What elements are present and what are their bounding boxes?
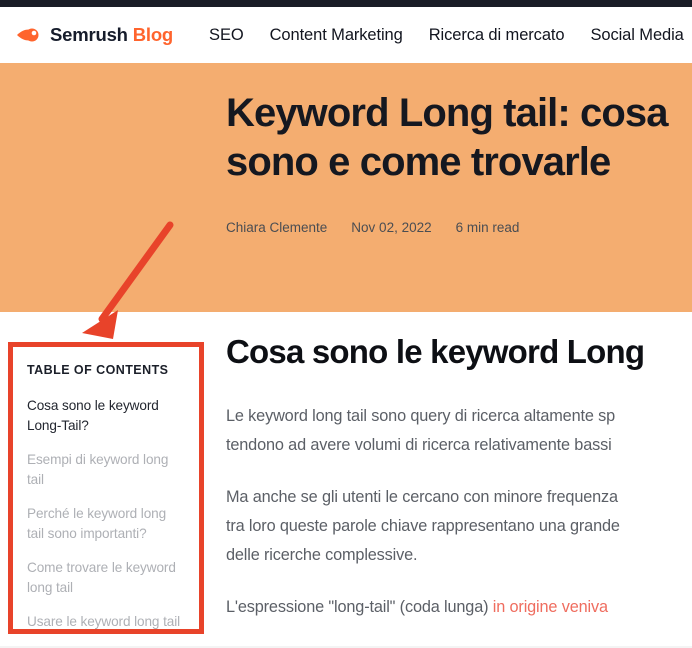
page-title-line-1: Keyword Long tail: cosa — [226, 91, 668, 135]
site-header: Semrush Blog SEO Content Marketing Ricer… — [0, 7, 692, 63]
article-paragraph-2: Ma anche se gli utenti le cercano con mi… — [226, 483, 692, 570]
page-title-line-2: sono e come trovarle — [226, 140, 611, 184]
section-heading: Cosa sono le keyword Long — [226, 333, 645, 370]
article-byline: Chiara Clemente Nov 02, 2022 6 min read — [226, 220, 692, 235]
toc-item-cosa-sono[interactable]: Cosa sono le keyword Long-Tail? — [27, 396, 183, 436]
toc-item-esempi[interactable]: Esempi di keyword long tail — [27, 450, 183, 490]
nav-item-social-media[interactable]: Social Media — [590, 26, 683, 45]
paragraph-1-line-1: Le keyword long tail sono query di ricer… — [226, 407, 616, 425]
toc-list: Cosa sono le keyword Long-Tail? Esempi d… — [27, 396, 183, 629]
page-title: Keyword Long tail: cosa sono e come trov… — [226, 89, 692, 187]
author-name: Chiara Clemente — [226, 220, 328, 235]
nav-item-seo[interactable]: SEO — [209, 26, 244, 45]
paragraph-2-line-2: tra loro queste parole chiave rappresent… — [226, 517, 620, 535]
article-hero: Keyword Long tail: cosa sono e come trov… — [0, 63, 692, 312]
publish-date: Nov 02, 2022 — [351, 220, 432, 235]
toc-item-come-trovare[interactable]: Come trovare le keyword long tail — [27, 558, 183, 598]
brand-suffix-text: Blog — [132, 24, 174, 45]
brand-name: Semrush Blog — [50, 24, 173, 46]
table-of-contents-highlight: TABLE OF CONTENTS Cosa sono le keyword L… — [8, 342, 204, 634]
hero-content: Keyword Long tail: cosa sono e come trov… — [226, 89, 692, 235]
article-body: Cosa sono le keyword Long Le keyword lon… — [226, 332, 692, 645]
toc-item-perche-importanti[interactable]: Perché le keyword long tail sono importa… — [27, 504, 183, 544]
inline-article-link[interactable]: in origine veniva — [493, 598, 608, 616]
blog-article-page: Semrush Blog SEO Content Marketing Ricer… — [0, 0, 692, 648]
article-paragraph-1: Le keyword long tail sono query di ricer… — [226, 402, 692, 460]
nav-item-content-marketing[interactable]: Content Marketing — [270, 26, 403, 45]
paragraph-2-line-3: delle ricerche complessive. — [226, 546, 418, 564]
brand-name-text: Semrush — [50, 24, 128, 45]
read-time: 6 min read — [455, 220, 520, 235]
top-accent-strip — [0, 0, 692, 7]
nav-item-ricerca-di-mercato[interactable]: Ricerca di mercato — [429, 26, 565, 45]
table-of-contents: TABLE OF CONTENTS Cosa sono le keyword L… — [13, 347, 199, 629]
primary-nav: SEO Content Marketing Ricerca di mercato… — [209, 26, 692, 45]
paragraph-1-line-2: tendono ad avere volumi di ricerca relat… — [226, 436, 612, 454]
brand-logo-link[interactable]: Semrush Blog — [16, 24, 173, 46]
paragraph-2-line-1: Ma anche se gli utenti le cercano con mi… — [226, 488, 618, 506]
paragraph-3-text: L'espressione "long-tail" (coda lunga) — [226, 598, 493, 616]
semrush-comet-icon — [17, 28, 39, 42]
toc-item-usare-efficace[interactable]: Usare le keyword long tail in modo effic… — [27, 612, 183, 629]
article-paragraph-3: L'espressione "long-tail" (coda lunga) i… — [226, 593, 692, 622]
toc-heading: TABLE OF CONTENTS — [27, 363, 169, 377]
